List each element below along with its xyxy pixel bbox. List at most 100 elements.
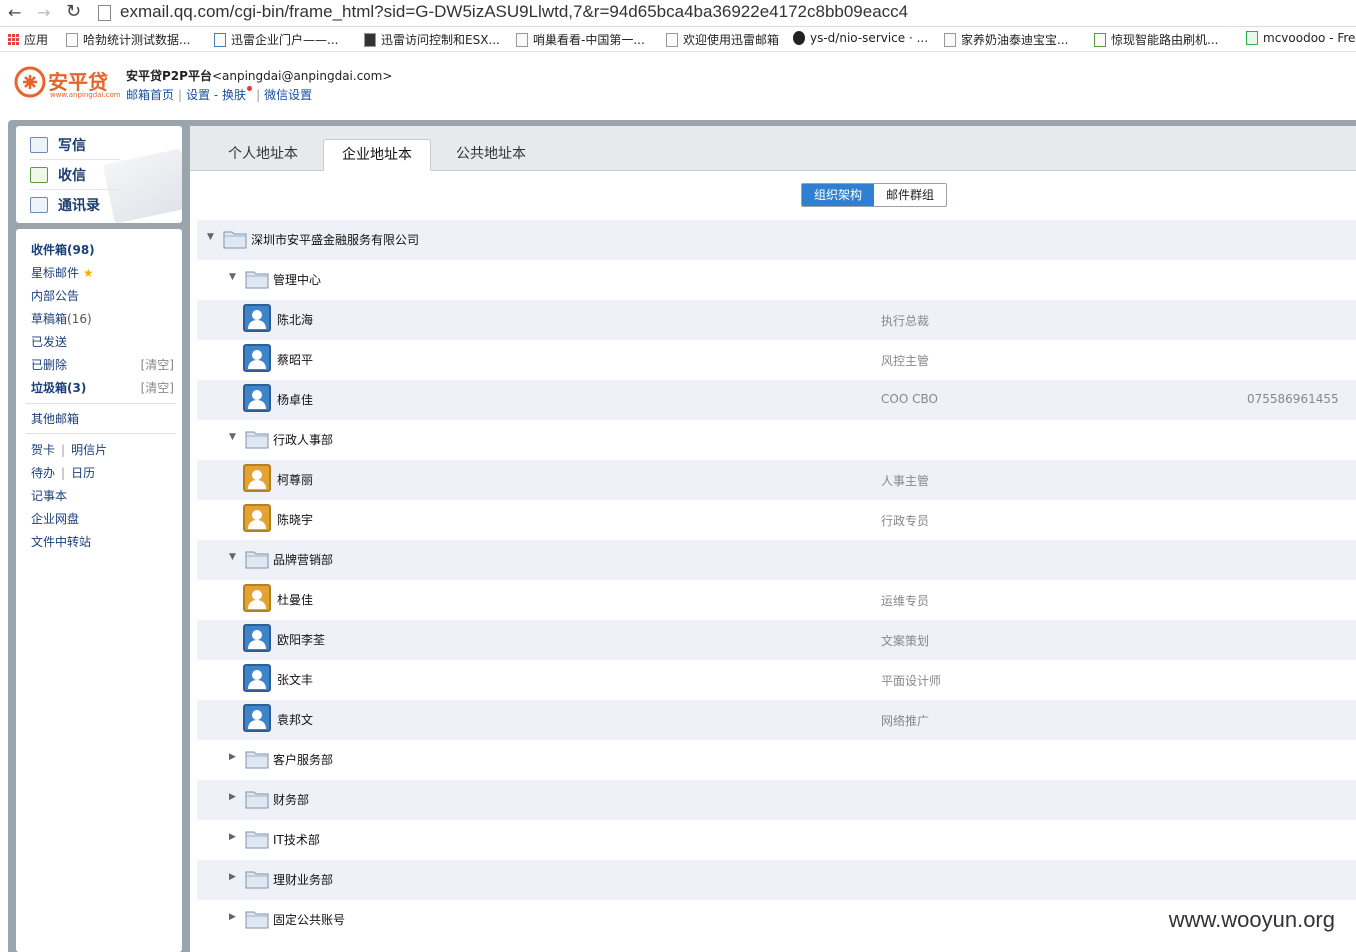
compose-icon (30, 137, 48, 153)
contacts-label: 通讯录 (58, 198, 100, 214)
expand-arrow-icon[interactable]: ▼ (229, 272, 236, 282)
contact-name[interactable]: 欧阳李荃 (277, 631, 325, 648)
folder-starred[interactable]: 星标邮件 ★ (31, 264, 94, 281)
watermark: www.wooyun.org (1168, 907, 1335, 932)
contact-title: 平面设计师 (881, 674, 942, 688)
tree-group-row[interactable]: ▼ 管理中心 (197, 260, 1356, 300)
collapse-arrow-icon[interactable]: ▶ (229, 752, 236, 762)
bookmark-label: 哈勃统计测试数据... (83, 33, 191, 47)
mail-group-button[interactable]: 邮件群组 (874, 184, 947, 206)
contacts-button[interactable]: 通讯录 (30, 195, 120, 219)
folder-spam[interactable]: 垃圾箱(3) (31, 379, 86, 396)
bookmark-label: 欢迎使用迅雷邮箱 (683, 33, 780, 47)
logo-url: www.anpingdai.com (50, 91, 121, 99)
tree-group-row[interactable]: ▶ IT技术部 (197, 820, 1356, 860)
back-icon[interactable]: ← (8, 3, 21, 22)
expand-arrow-icon[interactable]: ▼ (229, 432, 236, 442)
folder-notice[interactable]: 内部公告 (31, 287, 79, 304)
contact-name[interactable]: 杨卓佳 (277, 391, 313, 408)
reload-icon[interactable]: ↻ (66, 1, 81, 22)
bookmark-item[interactable]: 惊现智能路由刷机... (1094, 31, 1218, 48)
contact-name[interactable]: 陈晓宇 (277, 511, 313, 528)
postcard-link[interactable]: 明信片 (71, 443, 107, 457)
router-icon (1094, 32, 1106, 47)
group-name: 财务部 (273, 793, 310, 807)
bookmark-item[interactable]: 欢迎使用迅雷邮箱 (666, 31, 779, 48)
tree-group-row[interactable]: ▼ 行政人事部 (197, 420, 1356, 460)
tab-personal[interactable]: 个人地址本 (210, 139, 316, 170)
contact-name[interactable]: 杜曼佳 (277, 591, 313, 608)
expand-arrow-icon[interactable]: ▼ (207, 232, 214, 242)
mail-home-link[interactable]: 邮箱首页 (126, 88, 174, 102)
tree-group-row[interactable]: ▼ 深圳市安平盛金融服务有限公司 (197, 220, 1356, 260)
receive-button[interactable]: 收信 (30, 165, 120, 190)
wechat-settings-link[interactable]: 微信设置 (264, 88, 312, 102)
contact-row[interactable]: 柯尊丽 人事主管 (197, 460, 1356, 500)
address-book-tabs: 个人地址本 企业地址本 公共地址本 (190, 126, 1356, 171)
contact-row[interactable]: 陈晓宇 行政专员 (197, 500, 1356, 540)
contact-title: 人事主管 (881, 474, 930, 488)
contact-row[interactable]: 蔡昭平 风控主管 (197, 340, 1356, 380)
calendar-link[interactable]: 日历 (71, 466, 95, 480)
folder-deleted[interactable]: 已删除 (31, 356, 67, 373)
contact-name[interactable]: 陈北海 (277, 311, 313, 328)
tab-enterprise[interactable]: 企业地址本 (323, 139, 431, 171)
clear-deleted-link[interactable]: [清空] (141, 356, 174, 373)
folder-drafts[interactable]: 草稿箱(16) (31, 310, 92, 327)
bookmark-label: 惊现智能路由刷机... (1111, 33, 1219, 47)
contact-row[interactable]: 陈北海 执行总裁 (197, 300, 1356, 340)
contact-name[interactable]: 张文丰 (277, 671, 313, 688)
contact-row[interactable]: 欧阳李荃 文案策划 (197, 620, 1356, 660)
bookmark-item[interactable]: 家养奶油泰迪宝宝... (944, 31, 1068, 48)
collapse-arrow-icon[interactable]: ▶ (229, 912, 236, 922)
tree-group-row[interactable]: ▶ 理财业务部 (197, 860, 1356, 900)
bookmark-label: 应用 (24, 33, 49, 47)
bookmark-item[interactable]: mcvoodoo - Fre (1246, 31, 1355, 45)
contact-row[interactable]: 张文丰 平面设计师 (197, 660, 1356, 700)
tree-group-row[interactable]: ▶ 客户服务部 (197, 740, 1356, 780)
folder-icon (223, 229, 247, 249)
collapse-arrow-icon[interactable]: ▶ (229, 792, 236, 802)
url-field[interactable]: exmail.qq.com/cgi-bin/frame_html?sid=G-D… (120, 2, 908, 22)
bookmark-apps[interactable]: 应用 (8, 31, 48, 48)
folder-icon (245, 549, 269, 569)
forward-icon[interactable]: → (37, 3, 50, 22)
compose-button[interactable]: 写信 (30, 135, 120, 160)
bookmark-item[interactable]: 哈勃统计测试数据... (66, 31, 190, 48)
todo-link[interactable]: 待办 (31, 466, 55, 480)
folder-icon (245, 869, 269, 889)
bookmark-item[interactable]: 迅雷访问控制和ESX... (364, 31, 500, 48)
avatar-icon (243, 464, 271, 492)
disk-link[interactable]: 企业网盘 (31, 510, 79, 527)
collapse-arrow-icon[interactable]: ▶ (229, 872, 236, 882)
settings-link[interactable]: 设置 (186, 88, 210, 102)
contact-row[interactable]: 袁邦文 网络推广 (197, 700, 1356, 740)
notes-link[interactable]: 记事本 (31, 487, 67, 504)
contact-row[interactable]: 杨卓佳 COO CBO 075586961455 (197, 380, 1356, 420)
transfer-link[interactable]: 文件中转站 (31, 533, 91, 550)
bookmark-item[interactable]: ys-d/nio-service · ... (793, 31, 928, 45)
tree-group-row[interactable]: ▶ 财务部 (197, 780, 1356, 820)
tab-public[interactable]: 公共地址本 (438, 139, 544, 170)
page-icon (516, 32, 528, 47)
contact-title: 运维专员 (881, 594, 930, 608)
folder-sent[interactable]: 已发送 (31, 333, 67, 350)
folder-other[interactable]: 其他邮箱 (31, 410, 79, 427)
contact-row[interactable]: 杜曼佳 运维专员 (197, 580, 1356, 620)
contact-name[interactable]: 柯尊丽 (277, 471, 313, 488)
bookmark-item[interactable]: 迅雷企业门户——... (214, 31, 338, 48)
org-structure-button[interactable]: 组织架构 (802, 184, 875, 206)
card-link[interactable]: 贺卡 (31, 443, 55, 457)
collapse-arrow-icon[interactable]: ▶ (229, 832, 236, 842)
star-icon: ★ (82, 266, 94, 280)
bookmark-item[interactable]: 哨巢看看-中国第一... (516, 31, 645, 48)
tree-group-row[interactable]: ▼ 品牌营销部 (197, 540, 1356, 580)
expand-arrow-icon[interactable]: ▼ (229, 552, 236, 562)
feedly-icon (1246, 31, 1258, 45)
group-name: 客户服务部 (273, 753, 334, 767)
clear-spam-link[interactable]: [清空] (141, 379, 174, 396)
contact-name[interactable]: 蔡昭平 (277, 351, 313, 368)
skin-link[interactable]: 换肤 (222, 88, 246, 102)
folder-inbox[interactable]: 收件箱(98) (31, 241, 95, 258)
contact-name[interactable]: 袁邦文 (277, 711, 313, 728)
